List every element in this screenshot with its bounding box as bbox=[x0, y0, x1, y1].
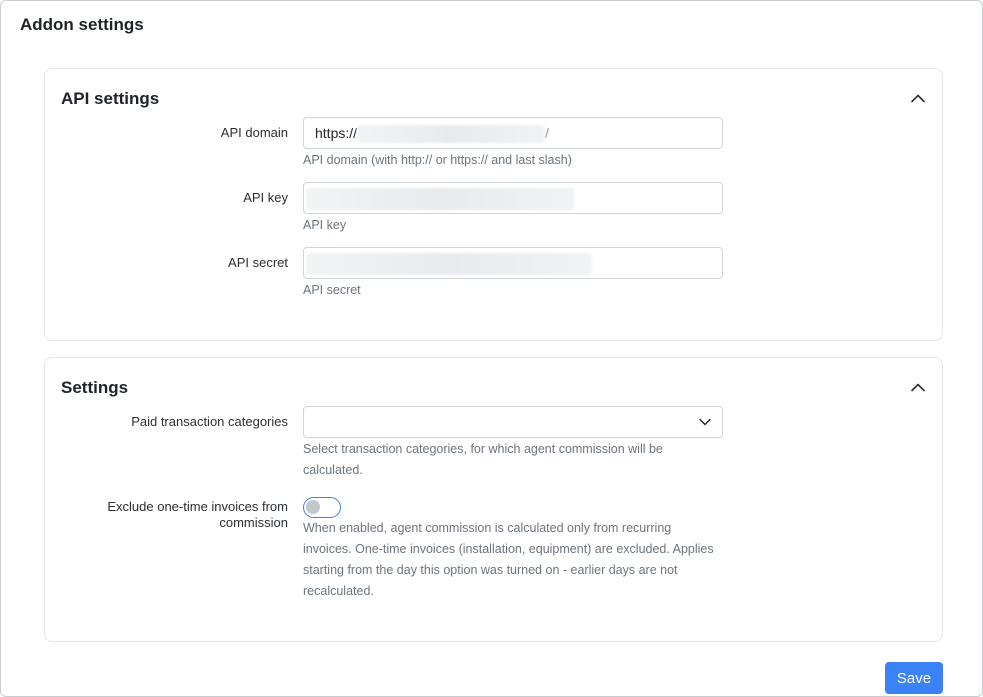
settings-title: Settings bbox=[61, 378, 129, 397]
chevron-up-icon bbox=[911, 94, 925, 103]
settings-card: Settings Paid transaction categories Sel… bbox=[44, 357, 943, 642]
api-key-help: API key bbox=[303, 218, 347, 232]
api-domain-help: API domain (with http:// or https:// and… bbox=[303, 153, 572, 167]
chevron-down-icon bbox=[699, 418, 711, 426]
addon-settings-window: Addon settings API settings API domain h… bbox=[0, 0, 983, 697]
api-key-input[interactable] bbox=[303, 182, 723, 214]
api-settings-card: API settings API domain https:// / API do… bbox=[44, 68, 943, 341]
save-button[interactable]: Save bbox=[885, 662, 943, 694]
paid-categories-select[interactable] bbox=[303, 406, 723, 438]
api-secret-help: API secret bbox=[303, 283, 361, 297]
api-settings-title: API settings bbox=[61, 89, 160, 108]
exclude-one-time-label: Exclude one-time invoices from commissio… bbox=[107, 499, 288, 530]
redacted-value bbox=[357, 125, 546, 144]
api-domain-prefix: https:// bbox=[315, 125, 358, 141]
api-key-label: API key bbox=[243, 190, 288, 205]
api-domain-label: API domain bbox=[220, 125, 288, 140]
redacted-value bbox=[306, 253, 592, 276]
api-domain-suffix: / bbox=[545, 125, 549, 141]
paid-categories-help: Select transaction categories, for which… bbox=[303, 442, 663, 477]
api-domain-input[interactable]: https:// / bbox=[303, 117, 723, 149]
toggle-knob bbox=[306, 500, 320, 514]
api-secret-label: API secret bbox=[228, 255, 288, 270]
redacted-value bbox=[306, 188, 574, 211]
paid-categories-label: Paid transaction categories bbox=[131, 414, 288, 429]
page-title: Addon settings bbox=[20, 15, 144, 34]
exclude-one-time-toggle[interactable] bbox=[303, 497, 341, 518]
api-secret-input[interactable] bbox=[303, 247, 723, 279]
api-settings-collapse-button[interactable] bbox=[908, 89, 928, 107]
settings-collapse-button[interactable] bbox=[908, 378, 928, 396]
chevron-up-icon bbox=[911, 383, 925, 392]
exclude-one-time-help: When enabled, agent commission is calcul… bbox=[303, 521, 714, 598]
